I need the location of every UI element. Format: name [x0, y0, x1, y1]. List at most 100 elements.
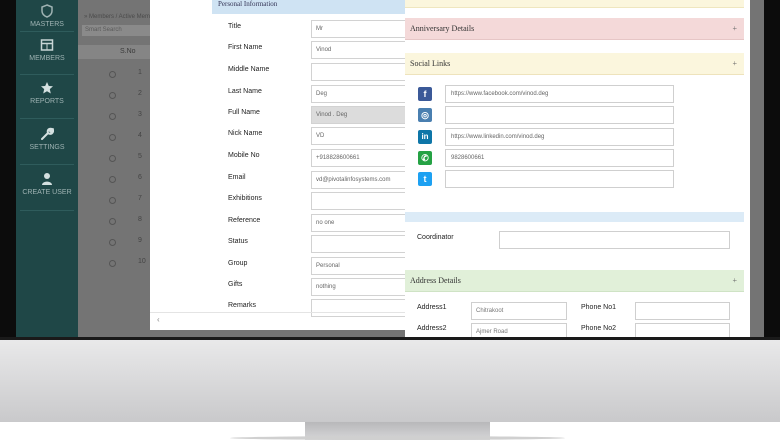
- details-panel: Anniversary Details + Social Links + f h…: [405, 0, 750, 337]
- address1-input[interactable]: Chitrakoot: [471, 302, 567, 320]
- expand-plus-icon[interactable]: +: [732, 270, 737, 292]
- linkedin-icon: in: [418, 130, 432, 144]
- stand-shadow: [230, 436, 565, 440]
- sidebar-item-settings[interactable]: SETTINGS: [16, 127, 78, 151]
- radio-button[interactable]: [109, 155, 116, 162]
- nick-name-input[interactable]: VD: [311, 127, 407, 145]
- sidebar-divider: [20, 31, 74, 32]
- row-number: 8: [138, 216, 142, 223]
- wrench-icon: [41, 127, 54, 140]
- instagram-url-input[interactable]: [445, 106, 674, 124]
- radio-button[interactable]: [109, 239, 116, 246]
- sidebar-item-label: CREATE USER: [22, 189, 72, 196]
- first-name-input[interactable]: Vinod: [311, 41, 407, 59]
- scroll-left-arrow[interactable]: ‹: [157, 315, 160, 324]
- sidebar-item-create-user[interactable]: CREATE USER: [16, 172, 78, 196]
- row-number: 7: [138, 195, 142, 202]
- address2-input[interactable]: Ajmer Road: [471, 323, 567, 337]
- full-name-input: Vinod . Deg: [311, 106, 407, 124]
- middle-name-row: Middle Name: [228, 63, 407, 83]
- user-icon: [42, 173, 52, 185]
- last-name-label: Last Name: [228, 88, 262, 95]
- title-input[interactable]: Mr: [311, 20, 407, 38]
- facebook-icon: f: [418, 87, 432, 101]
- last-name-row: Last Name Deg: [228, 85, 407, 105]
- table-icon: [40, 39, 54, 51]
- column-header-sno: S.No: [120, 48, 136, 55]
- gifts-input[interactable]: nothing: [311, 278, 407, 296]
- group-select[interactable]: Personal: [311, 257, 407, 275]
- radio-button[interactable]: [109, 260, 116, 267]
- reference-input[interactable]: no one: [311, 214, 407, 232]
- address-details-header[interactable]: Address Details +: [405, 270, 744, 292]
- sidebar-divider: [20, 164, 74, 165]
- monitor-chin: [0, 340, 780, 422]
- app-sidebar: MASTERS MEMBERS REPORTS SETTINGS CREATE …: [16, 0, 78, 337]
- address1-label: Address1: [417, 304, 447, 311]
- sidebar-item-members[interactable]: MEMBERS: [16, 38, 78, 62]
- screen: MASTERS MEMBERS REPORTS SETTINGS CREATE …: [16, 0, 764, 337]
- row-number: 2: [138, 90, 142, 97]
- sidebar-divider: [20, 74, 74, 75]
- row-number: 5: [138, 153, 142, 160]
- gifts-label: Gifts: [228, 281, 243, 288]
- phone-no1-input[interactable]: [635, 302, 730, 320]
- twitter-icon: t: [418, 172, 432, 186]
- email-input[interactable]: vd@pivotalinfosystems.com: [311, 171, 407, 189]
- social-links-title: Social Links: [410, 59, 451, 68]
- facebook-url-input[interactable]: https://www.facebook.com/vinod.deg: [445, 85, 674, 103]
- sidebar-item-masters[interactable]: MASTERS: [16, 4, 78, 28]
- linkedin-url-input[interactable]: https://www.linkedin.com/vinod.deg: [445, 128, 674, 146]
- row-number: 4: [138, 132, 142, 139]
- horizontal-scrollbar[interactable]: ‹: [150, 312, 405, 330]
- exhibitions-label: Exhibitions: [228, 195, 262, 202]
- sidebar-divider: [20, 118, 74, 119]
- social-links-header[interactable]: Social Links +: [405, 53, 744, 75]
- expand-plus-icon[interactable]: +: [732, 18, 737, 40]
- coordinator-input[interactable]: [499, 231, 730, 249]
- top-section-edge: [405, 0, 744, 8]
- middle-name-input[interactable]: [311, 63, 407, 81]
- radio-button[interactable]: [109, 218, 116, 225]
- personal-info-header: Personal Information: [212, 0, 405, 14]
- radio-button[interactable]: [109, 176, 116, 183]
- star-icon: [41, 82, 53, 94]
- address-details-title: Address Details: [410, 276, 461, 285]
- whatsapp-icon: ✆: [418, 151, 432, 165]
- reference-row: Reference no one: [228, 214, 407, 234]
- status-select[interactable]: [311, 235, 407, 253]
- row-number: 9: [138, 237, 142, 244]
- exhibitions-input[interactable]: [311, 192, 407, 210]
- instagram-icon: ◎: [418, 108, 432, 122]
- anniversary-details-header[interactable]: Anniversary Details +: [405, 18, 744, 40]
- sidebar-item-label: MASTERS: [30, 21, 64, 28]
- middle-name-label: Middle Name: [228, 66, 270, 73]
- sidebar-item-reports[interactable]: REPORTS: [16, 81, 78, 105]
- mobile-no-input[interactable]: +918828600661: [311, 149, 407, 167]
- expand-plus-icon[interactable]: +: [732, 53, 737, 75]
- address2-label: Address2: [417, 325, 447, 332]
- phone-no1-label: Phone No1: [581, 304, 617, 311]
- radio-button[interactable]: [109, 92, 116, 99]
- radio-button[interactable]: [109, 197, 116, 204]
- anniversary-details-title: Anniversary Details: [410, 24, 475, 33]
- email-row: Email vd@pivotalinfosystems.com: [228, 171, 407, 191]
- coordinator-section-header: [405, 212, 744, 222]
- phone-no2-input[interactable]: [635, 323, 730, 337]
- remarks-label: Remarks: [228, 302, 257, 309]
- smart-search-input[interactable]: Smart Search: [82, 25, 156, 36]
- whatsapp-number-input[interactable]: 9828600661: [445, 149, 674, 167]
- last-name-input[interactable]: Deg: [311, 85, 407, 103]
- mobile-no-label: Mobile No: [228, 152, 260, 159]
- member-edit-modal: Personal Information Title Mr First Name V…: [150, 0, 407, 330]
- title-label: Title: [228, 23, 241, 30]
- group-row: Group Personal: [228, 257, 407, 277]
- radio-button[interactable]: [109, 71, 116, 78]
- first-name-row: First Name Vinod: [228, 41, 407, 61]
- phone-no2-label: Phone No2: [581, 325, 617, 332]
- twitter-url-input[interactable]: [445, 170, 674, 188]
- shield-icon: [41, 4, 53, 18]
- radio-button[interactable]: [109, 113, 116, 120]
- radio-button[interactable]: [109, 134, 116, 141]
- email-label: Email: [228, 174, 246, 181]
